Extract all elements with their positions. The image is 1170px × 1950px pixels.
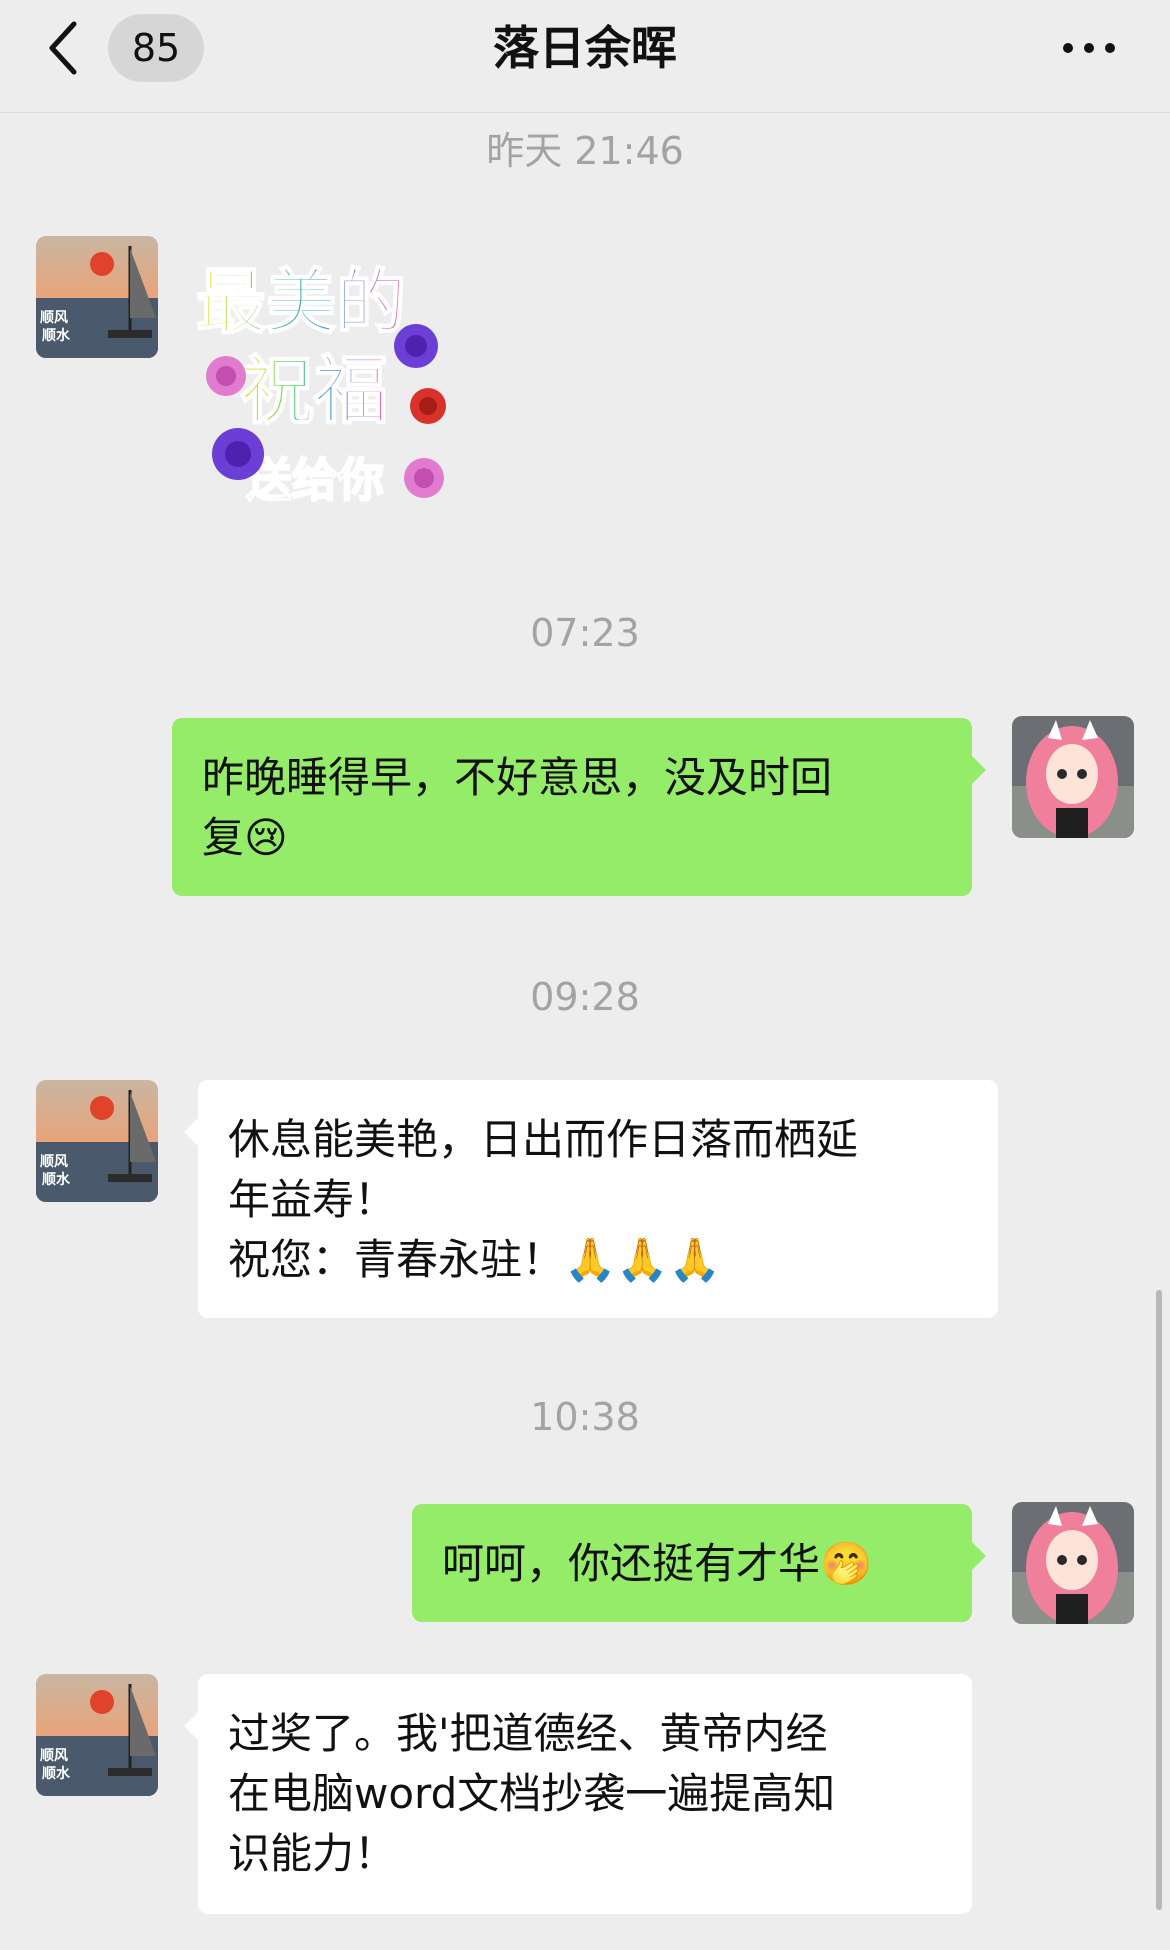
sticker-text-line2: 祝福 [240, 348, 388, 434]
rose-icon [404, 458, 444, 498]
sticker-message[interactable]: 最美的 祝福 送给你 [195, 256, 466, 526]
svg-text:顺风: 顺风 [40, 1748, 68, 1764]
svg-text:顺水: 顺水 [42, 1171, 71, 1188]
timestamp: 09:28 [530, 975, 640, 1019]
rose-icon [410, 388, 446, 424]
message-text: 休息能美艳，日出而作日落而栖延 [228, 1115, 859, 1164]
message-text: 昨晚睡得早，不好意思，没及时回 [202, 753, 833, 802]
my-avatar[interactable] [1012, 1502, 1134, 1624]
anime-girl-avatar [1012, 1502, 1134, 1624]
sunset-sailboat-avatar: 顺风 顺水 [36, 236, 158, 358]
incoming-message[interactable]: 过奖了。我'把道德经、黄帝内经 在电脑word文档抄袭一遍提高知 识能力！ [184, 1674, 972, 1914]
timestamp: 10:38 [530, 1395, 640, 1439]
timestamp: 昨天 21:46 [486, 129, 684, 173]
unread-count-badge[interactable]: 85 [108, 14, 204, 82]
scrollbar[interactable] [1156, 1290, 1162, 1910]
sticker-text-line3: 送给你 [246, 453, 384, 507]
contact-avatar[interactable]: 顺风 顺水 [36, 236, 158, 358]
timestamp: 07:23 [530, 611, 640, 655]
chevron-left-icon[interactable] [44, 18, 84, 78]
message-text: 祝您：青春永驻！🙏🙏🙏 [228, 1235, 721, 1284]
svg-text:顺风: 顺风 [40, 310, 68, 326]
contact-avatar[interactable]: 顺风 顺水 [36, 1674, 158, 1796]
message-text: 识能力！ [228, 1829, 397, 1878]
my-avatar[interactable] [1012, 716, 1134, 838]
anime-girl-avatar [1012, 716, 1134, 838]
svg-text:顺水: 顺水 [42, 327, 71, 344]
sunset-sailboat-avatar: 顺风 顺水 [36, 1674, 158, 1796]
rose-icon [212, 428, 264, 480]
incoming-message[interactable]: 休息能美艳，日出而作日落而栖延 年益寿！ 祝您：青春永驻！🙏🙏🙏 [184, 1080, 998, 1318]
rose-icon [394, 324, 438, 368]
chat-header: 85 落日余晖 [0, 0, 1170, 113]
outgoing-message[interactable]: 呵呵，你还挺有才华🤭 [412, 1504, 986, 1622]
contact-avatar[interactable]: 顺风 顺水 [36, 1080, 158, 1202]
message-text: 年益寿！ [228, 1175, 397, 1224]
sunset-sailboat-avatar: 顺风 顺水 [36, 1080, 158, 1202]
more-dots-icon[interactable] [1060, 28, 1118, 68]
message-text: 过奖了。我'把道德经、黄帝内经 [228, 1709, 828, 1758]
sticker-text-line1: 最美的 [196, 261, 406, 343]
rose-icon [206, 356, 246, 396]
outgoing-message[interactable]: 昨晚睡得早，不好意思，没及时回 复😢 [172, 718, 986, 896]
message-text: 在电脑word文档抄袭一遍提高知 [228, 1769, 836, 1818]
message-text: 呵呵，你还挺有才华🤭 [442, 1539, 873, 1588]
svg-text:顺水: 顺水 [42, 1765, 71, 1782]
svg-text:顺风: 顺风 [40, 1154, 68, 1170]
message-text: 复😢 [202, 813, 288, 862]
